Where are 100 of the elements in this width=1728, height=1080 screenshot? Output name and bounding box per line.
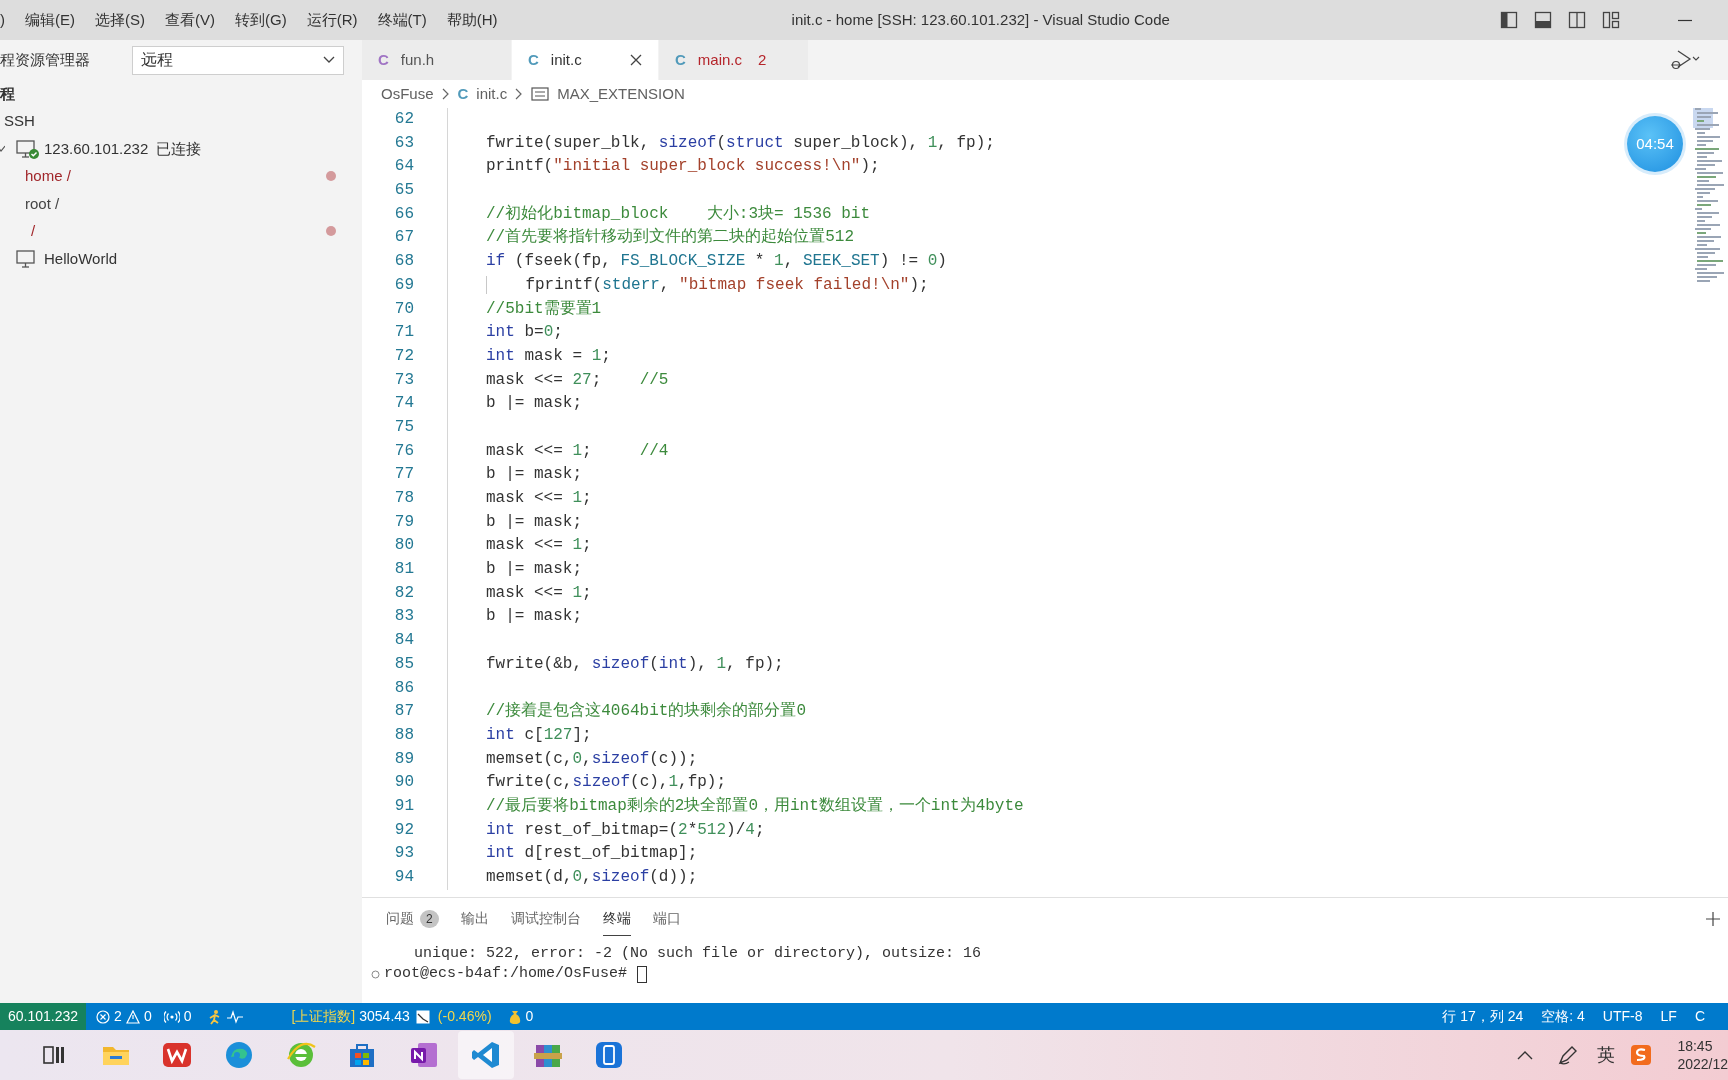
status-item[interactable]: UTF-8 <box>1593 1006 1652 1027</box>
stock-change: (-0.46%) <box>437 1007 492 1026</box>
editor-tab[interactable]: C fun.h <box>362 40 512 80</box>
ports-indicator[interactable]: 0 <box>157 1006 198 1027</box>
line-number: 66 <box>393 203 414 225</box>
symbol-icon <box>531 87 550 101</box>
menu-item[interactable]: 选择(S) <box>85 8 155 32</box>
line-number: 68 <box>393 251 414 273</box>
line-number: 89 <box>393 748 414 770</box>
line-number: 80 <box>393 535 414 557</box>
panel-layout-icon[interactable] <box>1534 11 1552 29</box>
line-number: 72 <box>393 345 414 367</box>
line-number: 91 <box>393 795 414 817</box>
status-item[interactable]: C <box>1685 1006 1714 1027</box>
line-number: 63 <box>393 132 414 154</box>
add-terminal-icon[interactable] <box>1706 912 1720 926</box>
problems-indicator[interactable]: 2 0 <box>90 1006 158 1027</box>
folder-item[interactable]: home / <box>25 165 71 188</box>
line-number: 78 <box>393 488 414 509</box>
folder-item[interactable]: root / <box>25 192 60 215</box>
code-editor-icon[interactable] <box>469 1039 502 1071</box>
stock-ticker[interactable]: [上证指数] 3054.43 <box>285 1006 416 1027</box>
line-number: 88 <box>393 724 414 746</box>
chevron-right-icon <box>441 88 450 100</box>
code-line: mask <<= 27; //5 <box>486 370 669 389</box>
close-icon[interactable] <box>630 54 642 66</box>
code-line: fwrite(&b, sizeof(int), 1, fp); <box>486 654 784 673</box>
input-method-indicator[interactable]: 英 <box>1597 1041 1616 1069</box>
panel-tab[interactable]: 输出 <box>460 902 489 936</box>
line-number: 87 <box>393 701 414 723</box>
coin-indicator[interactable]: 0 <box>501 1006 540 1027</box>
line-number: 81 <box>393 559 414 581</box>
breadcrumb-item[interactable]: OsFuse <box>381 82 434 106</box>
layout-grid-icon[interactable] <box>1602 11 1620 29</box>
folder-item[interactable]: / <box>31 220 36 243</box>
code-line: if (fseek(fp, FS_BLOCK_SIZE * 1, SEEK_SET) != 0) <box>486 252 947 271</box>
breadcrumb-file[interactable]: C init.c <box>457 82 508 106</box>
code-line: fwrite(c,sizeof(c),1,fp); <box>486 773 727 792</box>
menu-item[interactable]: 帮助(H) <box>436 8 508 32</box>
menu-item[interactable]: ) <box>0 8 15 32</box>
line-number: 71 <box>393 322 414 344</box>
broadcast-icon <box>163 1009 180 1024</box>
line-number: 75 <box>393 416 414 438</box>
code-line: mask <<= 1; <box>486 536 592 555</box>
menu-item[interactable]: 查看(V) <box>155 8 225 32</box>
group-label: SSH <box>4 111 35 131</box>
line-number: 62 <box>393 109 414 130</box>
code-line: int b=0; <box>486 323 563 342</box>
status-item[interactable]: 行 17，列 24 <box>1433 1006 1533 1027</box>
window-title: init.c - home [SSH: 123.60.101.232] - Visual Studio Code <box>791 9 1170 30</box>
split-layout-icon[interactable] <box>1568 11 1586 29</box>
code-line: //最后要将bitmap剩余的2块全部置0，用int数组设置，一个int为4byte <box>486 796 1024 815</box>
run-debug-icon[interactable] <box>1668 49 1700 71</box>
menu-item[interactable]: 转到(G) <box>225 8 297 32</box>
panel-tab[interactable]: 终端 <box>602 902 631 936</box>
minimize-icon[interactable] <box>1678 18 1692 22</box>
code-line: int rest_of_bitmap=(2*512)/4; <box>486 820 765 839</box>
line-number: 76 <box>393 440 414 462</box>
remote-dropdown[interactable]: 远程 <box>132 45 344 75</box>
section-header[interactable]: 程 <box>0 82 15 105</box>
line-number: 92 <box>393 819 414 841</box>
code-line: b |= mask; <box>486 607 582 626</box>
chevron-up-icon[interactable] <box>1517 1050 1534 1060</box>
sidebar-layout-icon[interactable] <box>1500 11 1518 29</box>
sogou-icon[interactable] <box>1631 1045 1652 1065</box>
panel-tab[interactable]: 端口 <box>652 902 681 936</box>
menu-item[interactable]: 终端(T) <box>367 8 437 32</box>
menu-item[interactable]: 运行(R) <box>296 8 368 32</box>
code-line: memset(d,0,sizeof(d)); <box>486 868 698 886</box>
panel-tab[interactable]: 调试控制台 <box>510 902 581 936</box>
status-item[interactable]: 空格: 4 <box>1532 1006 1594 1027</box>
line-number: 69 <box>393 274 414 296</box>
code-line: //5bit需要置1 <box>486 299 602 318</box>
status-item[interactable]: LF <box>1651 1006 1686 1027</box>
panel-tab[interactable]: 问题 2 <box>386 902 439 936</box>
breadcrumb-item[interactable]: MAX_EXTENSION <box>557 82 685 106</box>
code-line: fwrite(super_blk, sizeof(struct super_block), 1, fp); <box>486 133 995 152</box>
host-label[interactable]: HelloWorld <box>44 247 118 270</box>
terminal-cursor <box>637 965 648 983</box>
code-line: mask <<= 1; <box>486 489 592 507</box>
code-line: int c[127]; <box>486 725 592 744</box>
code-line: memset(c,0,sizeof(c)); <box>486 749 698 768</box>
terminal-output: unique: 522, error: -2 (No such file or directory), outsize: 16 <box>414 944 982 964</box>
code-line: printf("initial super_block success!\n"); <box>486 157 880 176</box>
menu-item[interactable]: 编辑(E) <box>15 8 85 32</box>
remote-indicator[interactable]: 60.101.232 <box>0 1003 87 1030</box>
chart-trend-icon <box>415 1009 430 1024</box>
line-number: 74 <box>393 393 414 415</box>
line-number: 65 <box>393 180 414 202</box>
sidebar-title: 程资源管理器 <box>0 49 90 70</box>
editor-tab[interactable]: C init.c <box>512 40 659 80</box>
clock[interactable]: 18:45 2022/12 <box>1677 1037 1728 1073</box>
host-label[interactable]: 123.60.101.232 <box>44 137 149 160</box>
line-number: 82 <box>393 582 414 604</box>
line-number: 64 <box>393 156 414 178</box>
chevron-down-icon <box>323 56 335 64</box>
line-number: 70 <box>393 298 414 320</box>
line-number: 83 <box>393 606 414 628</box>
editor-tab[interactable]: C main.c 2 <box>659 40 809 80</box>
chevron-right-icon <box>515 88 524 100</box>
